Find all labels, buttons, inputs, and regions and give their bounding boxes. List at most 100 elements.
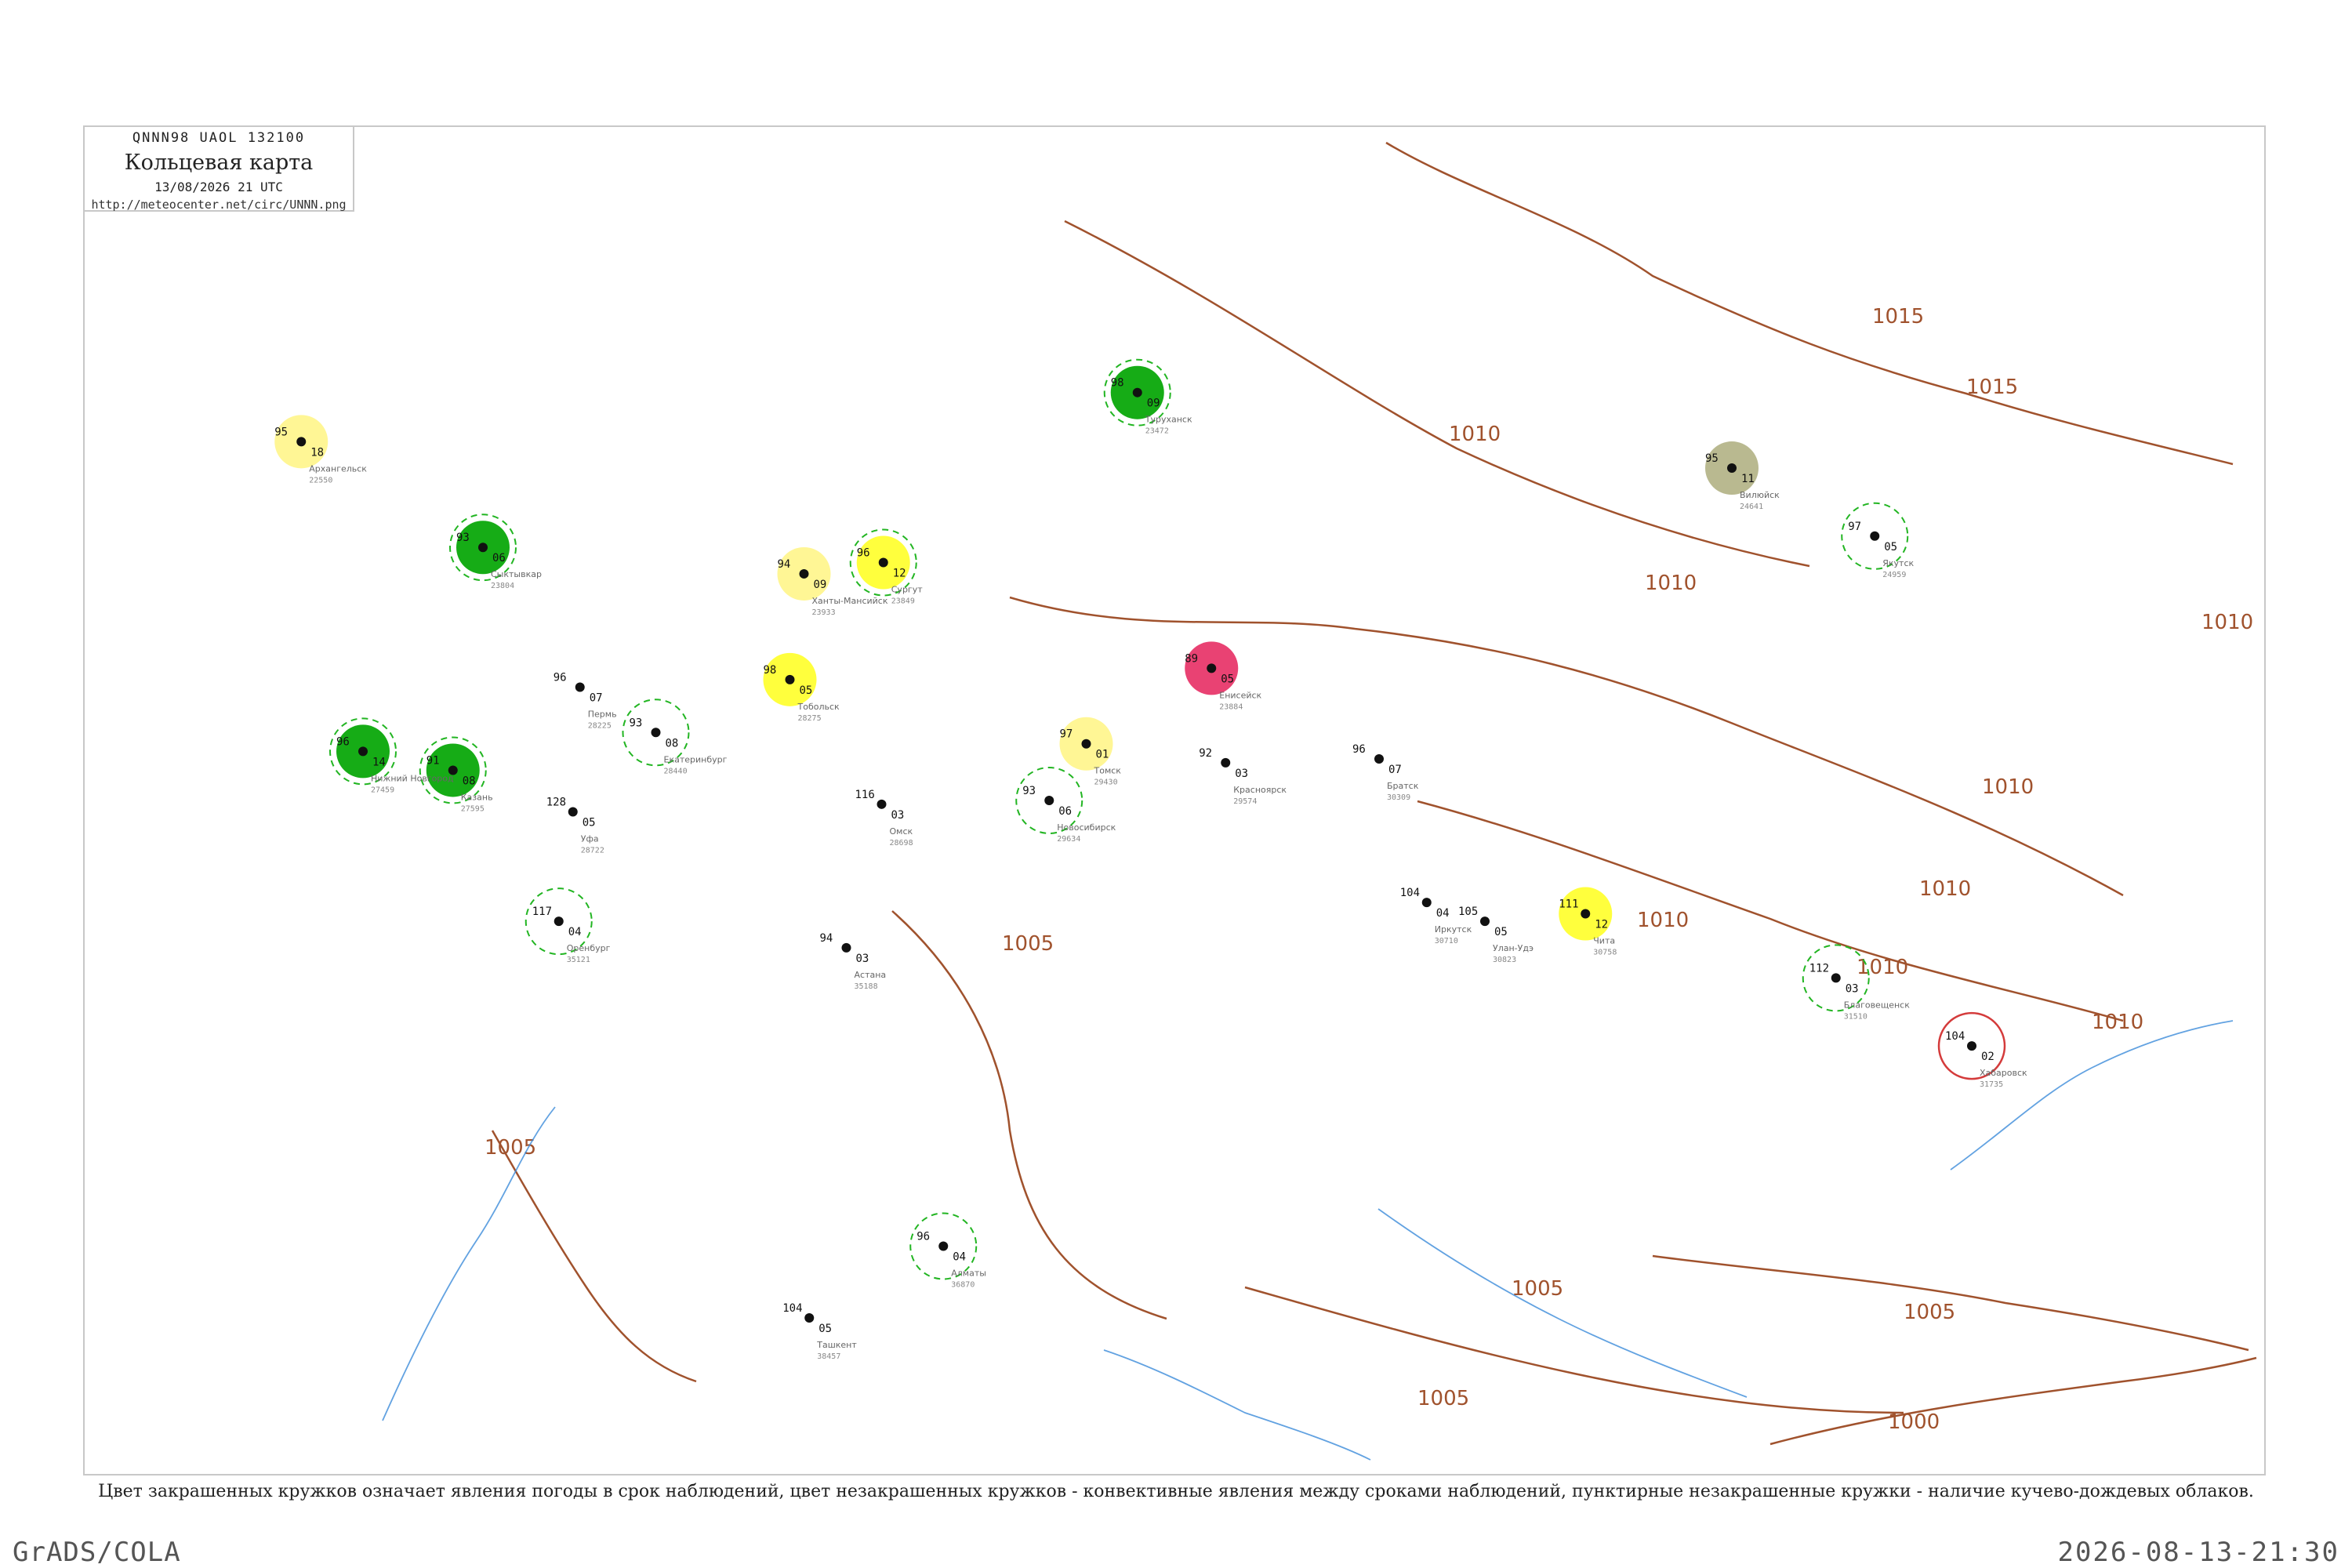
station-dew: 11 [1741, 473, 1755, 485]
station-marker[interactable]: 96 04 Алматы 36870 [909, 1212, 986, 1289]
station-marker[interactable]: 95 18 Архангельск 22550 [274, 415, 367, 485]
legend-code: QNNN98 UAOL 132100 [132, 130, 306, 146]
station-marker[interactable]: 93 08 Екатеринбург 28440 [622, 699, 728, 775]
station-id: 23804 [491, 582, 514, 590]
station-id: 28275 [798, 714, 822, 723]
producer-label: GrADS/COLA [13, 1537, 181, 1568]
station-dew: 05 [1221, 673, 1234, 685]
station-dot-icon [575, 682, 585, 692]
river-line [1103, 1349, 1371, 1461]
station-name: Пермь [588, 709, 617, 719]
isobar-label: 1010 [1637, 909, 1689, 932]
station-name: Якутск [1882, 558, 1914, 568]
station-temp: 92 [1199, 747, 1212, 760]
station-dew: 03 [1846, 982, 1859, 995]
station-dot-icon [804, 1313, 815, 1323]
station-dot-icon [1581, 909, 1591, 919]
isobar-label: 1005 [1512, 1277, 1563, 1301]
station-dot-icon [478, 543, 488, 553]
station-dew: 09 [814, 579, 827, 591]
station-marker[interactable]: 96 12 Сургут 23849 [849, 528, 923, 605]
isobar-label: 1010 [1449, 423, 1501, 446]
station-marker[interactable]: 93 06 Сыктывкар 23804 [449, 514, 542, 590]
station-dot-icon [651, 728, 661, 738]
station-id: 29574 [1233, 797, 1257, 806]
station-dew: 08 [666, 737, 679, 750]
station-dot-icon [1727, 463, 1737, 474]
station-dew: 07 [1388, 764, 1402, 776]
station-marker[interactable]: 128 05 Уфа 28722 [546, 796, 604, 855]
station-dew: 03 [856, 953, 869, 965]
station-marker[interactable]: 96 07 Пермь 28225 [554, 671, 617, 730]
station-name: Ханты-Мансийск [812, 596, 888, 606]
station-marker[interactable]: 117 04 Оренбург 35121 [524, 887, 611, 964]
station-dew: 05 [818, 1323, 832, 1335]
station-id: 24959 [1882, 571, 1906, 579]
station-dot-icon [799, 568, 809, 579]
station-dot-icon [1207, 663, 1217, 673]
station-dot-icon [1081, 739, 1091, 749]
station-id: 23884 [1219, 702, 1243, 711]
station-marker[interactable]: 96 07 Братск 30309 [1352, 743, 1419, 802]
station-dew: 08 [463, 775, 476, 787]
station-dot-icon [1132, 387, 1142, 397]
isobar-label: 1010 [1919, 877, 1971, 901]
station-name: Сургут [891, 584, 923, 594]
legend-title: Кольцевая карта [124, 151, 314, 175]
station-marker[interactable]: 89 05 Енисейск 23884 [1185, 641, 1262, 711]
station-name: Тобольск [797, 702, 840, 712]
station-dot-icon [878, 557, 888, 568]
station-name: Иркутск [1435, 924, 1472, 935]
station-marker[interactable]: 111 12 Чита 30758 [1559, 887, 1617, 957]
isobar-label: 1005 [1904, 1301, 1955, 1324]
station-marker[interactable]: 92 03 Красноярск 29574 [1199, 747, 1287, 806]
map-canvas[interactable]: 1015 1015 1010 1010 1010 1010 1010 1010 1010 1010… [85, 127, 2264, 1474]
station-id: 30710 [1435, 937, 1458, 946]
station-dew: 05 [583, 816, 596, 829]
station-temp: 128 [546, 796, 566, 808]
station-id: 28225 [588, 721, 612, 730]
station-name: Красноярск [1233, 785, 1287, 795]
station-marker[interactable]: 98 05 Тобольск 28275 [763, 652, 840, 723]
station-id: 27595 [461, 804, 485, 813]
station-temp: 93 [456, 532, 470, 544]
station-marker[interactable]: 98 09 Туруханск 23472 [1103, 358, 1192, 436]
station-temp: 111 [1559, 898, 1578, 911]
station-id: 35188 [855, 982, 878, 991]
station-marker[interactable]: 105 05 Улан-Удэ 30823 [1458, 906, 1534, 964]
station-dew: 05 [800, 684, 813, 697]
station-marker[interactable]: 94 03 Астана 35188 [820, 932, 887, 991]
isobar-label: 1005 [1417, 1387, 1469, 1410]
station-marker[interactable]: 95 11 Вилюйск 24641 [1705, 441, 1780, 511]
station-marker[interactable]: 97 05 Якутск 24959 [1841, 502, 1915, 579]
station-marker[interactable]: 97 01 Томск 29430 [1059, 717, 1122, 787]
station-name: Казань [461, 792, 493, 802]
isobar-line [1385, 141, 2234, 466]
station-name: Чита [1593, 936, 1615, 946]
station-marker[interactable]: 116 03 Омск 28698 [855, 789, 913, 848]
station-dew: 12 [893, 567, 906, 579]
station-ring-map[interactable]: 1015 1015 1010 1010 1010 1010 1010 1010 1010 1010… [83, 125, 2266, 1475]
station-id: 23849 [891, 597, 915, 605]
station-dot-icon [877, 799, 887, 809]
station-temp: 96 [554, 671, 567, 684]
station-dew: 05 [1884, 541, 1897, 554]
station-temp: 112 [1809, 962, 1829, 975]
station-temp: 105 [1458, 906, 1478, 918]
isobar-label: 1010 [2092, 1011, 2143, 1034]
station-dew: 03 [1235, 768, 1248, 780]
station-temp: 93 [630, 717, 643, 729]
station-dot-icon [568, 807, 578, 817]
station-dew: 01 [1096, 749, 1109, 761]
station-dew: 04 [1436, 907, 1450, 920]
station-id: 31735 [1980, 1080, 2003, 1089]
station-temp: 97 [1060, 728, 1073, 741]
station-marker[interactable]: 104 05 Ташкент 38457 [782, 1302, 857, 1361]
station-name: Благовещенск [1844, 1000, 1910, 1010]
station-marker[interactable]: 104 02 Хабаровск 31735 [1937, 1011, 2027, 1089]
station-temp: 98 [764, 664, 777, 677]
station-temp: 116 [855, 789, 875, 801]
station-dot-icon [296, 437, 307, 447]
station-name: Томск [1094, 766, 1122, 776]
isobar-label: 1010 [1982, 775, 2034, 799]
